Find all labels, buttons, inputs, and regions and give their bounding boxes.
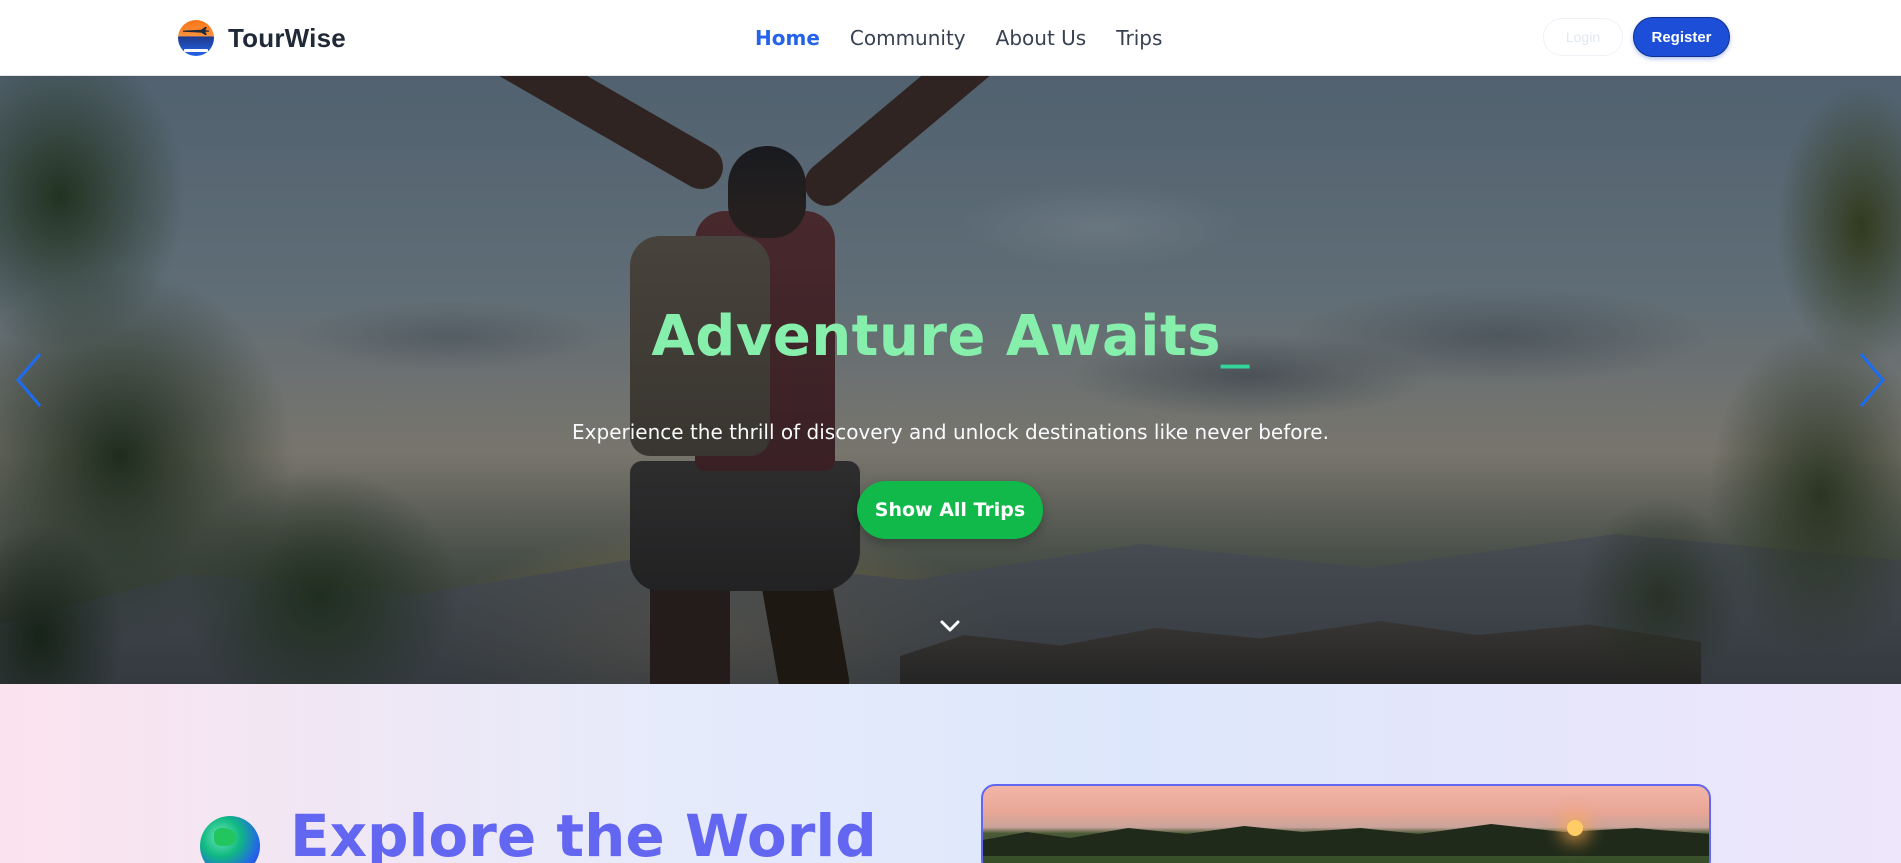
top-navbar: TourWise Home Community About Us Trips L… bbox=[0, 0, 1901, 76]
nav-link-community[interactable]: Community bbox=[850, 26, 966, 50]
nav-link-trips[interactable]: Trips bbox=[1116, 26, 1162, 50]
hero-carousel: Adventure Awaits_ Experience the thrill … bbox=[0, 76, 1901, 684]
brand-link[interactable]: TourWise bbox=[178, 16, 346, 60]
typing-cursor: _ bbox=[1221, 304, 1250, 369]
login-button[interactable]: Login bbox=[1543, 18, 1623, 56]
logo-icon bbox=[178, 20, 214, 56]
carousel-prev-icon[interactable] bbox=[12, 350, 46, 410]
hero-title: Adventure Awaits_ bbox=[651, 304, 1250, 369]
show-all-trips-button[interactable]: Show All Trips bbox=[857, 481, 1043, 539]
explore-title: Explore the World bbox=[290, 802, 877, 863]
globe-icon bbox=[200, 816, 260, 863]
chevron-down-icon[interactable] bbox=[938, 614, 962, 638]
register-button[interactable]: Register bbox=[1633, 17, 1730, 57]
explore-section: Explore the World bbox=[0, 684, 1901, 863]
brand-name: TourWise bbox=[228, 22, 346, 53]
explore-image bbox=[981, 784, 1711, 863]
nav-link-home[interactable]: Home bbox=[755, 26, 820, 50]
hero-subtitle: Experience the thrill of discovery and u… bbox=[572, 420, 1329, 444]
hero-overlay bbox=[0, 76, 1901, 684]
nav-links: Home Community About Us Trips bbox=[755, 0, 1162, 76]
carousel-next-icon[interactable] bbox=[1855, 350, 1889, 410]
nav-link-about-us[interactable]: About Us bbox=[996, 26, 1087, 50]
